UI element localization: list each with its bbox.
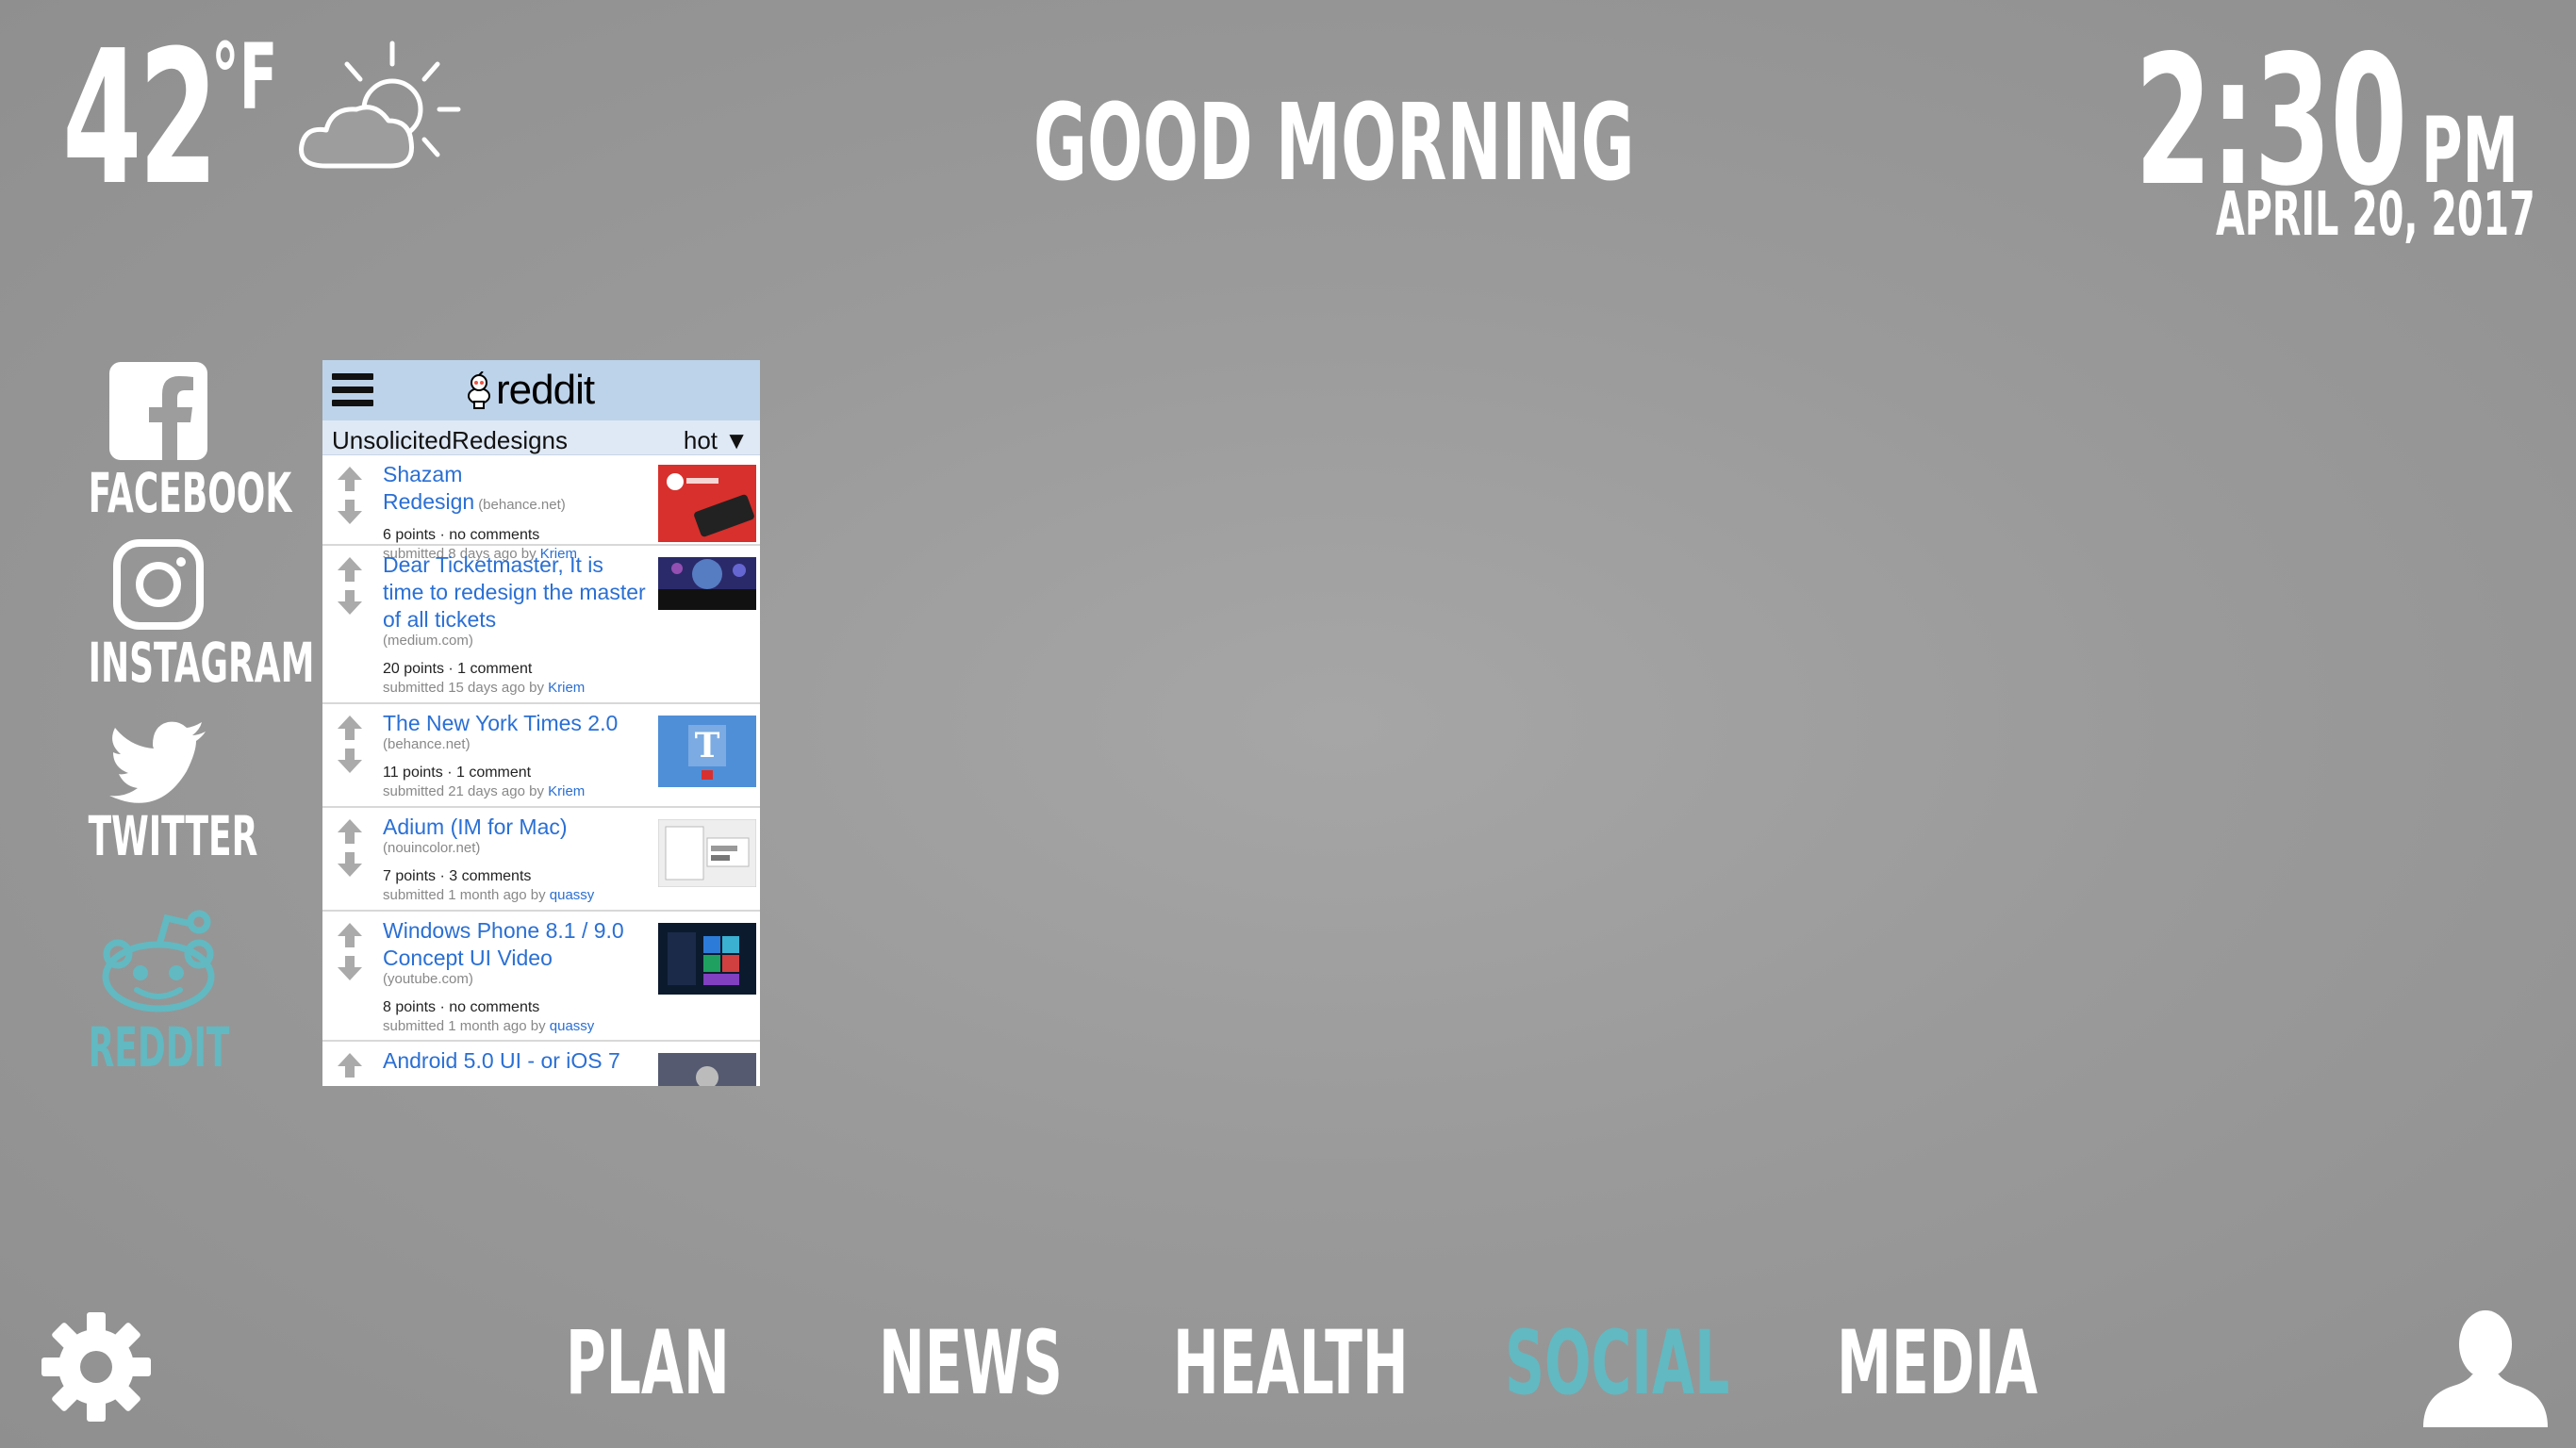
upvote-arrow-icon[interactable]	[336, 1051, 364, 1079]
vote-controls	[336, 1051, 364, 1084]
greeting-text: GOOD MORNING	[1033, 82, 1635, 205]
downvote-arrow-icon[interactable]	[336, 498, 364, 526]
upvote-arrow-icon[interactable]	[336, 714, 364, 742]
sort-value: hot	[683, 426, 718, 454]
upvote-arrow-icon[interactable]	[336, 817, 364, 846]
gear-icon[interactable]	[41, 1312, 151, 1422]
post-item[interactable]: Windows Phone 8.1 / 9.0 Concept UI Video…	[322, 912, 760, 1042]
svg-text:T: T	[695, 726, 720, 765]
post-thumbnail[interactable]	[658, 1053, 756, 1086]
vote-controls	[336, 555, 364, 621]
twitter-icon	[109, 721, 206, 803]
instagram-icon	[113, 539, 204, 630]
tab-social[interactable]: SOCIAL	[1505, 1320, 1729, 1408]
clock-date: APRIL 20, 2017	[2216, 180, 2535, 250]
partly-cloudy-icon	[299, 41, 461, 169]
downvote-arrow-icon[interactable]	[336, 850, 364, 879]
reddit-header: reddit	[322, 360, 760, 420]
post-title[interactable]: The New York Times 2.0	[383, 710, 649, 737]
reddit-icon	[102, 910, 215, 1012]
post-author[interactable]: Kriem	[548, 783, 585, 799]
sidebar-item-reddit[interactable]: REDDIT	[45, 909, 272, 1075]
sidebar-item-instagram[interactable]: INSTAGRAM	[45, 539, 315, 695]
downvote-arrow-icon[interactable]	[336, 588, 364, 617]
facebook-icon	[109, 362, 207, 460]
post-domain: (medium.com)	[383, 633, 473, 649]
reddit-logo: reddit	[466, 367, 595, 413]
post-item[interactable]: Dear Ticketmaster, It is time to redesig…	[322, 546, 760, 704]
sidebar-item-label: FACEBOOK	[88, 461, 292, 525]
upvote-arrow-icon[interactable]	[336, 465, 364, 493]
sidebar-item-label: REDDIT	[88, 1015, 230, 1079]
post-thumbnail[interactable]	[658, 819, 756, 887]
post-item[interactable]: Adium (IM for Mac) (nouincolor.net) 7 po…	[322, 808, 760, 912]
subreddit-bar: UnsolicitedRedesigns hot ▼	[322, 420, 760, 455]
vote-controls	[336, 921, 364, 987]
sidebar-item-twitter[interactable]: TWITTER	[45, 720, 272, 864]
post-title[interactable]: Windows Phone 8.1 / 9.0 Concept UI Video	[383, 917, 649, 972]
post-thumbnail[interactable]	[658, 557, 756, 610]
tab-plan[interactable]: PLAN	[566, 1320, 730, 1408]
caret-down-icon: ▼	[724, 426, 749, 454]
post-title[interactable]: Shazam Redesign	[383, 462, 474, 514]
upvote-arrow-icon[interactable]	[336, 921, 364, 949]
post-title[interactable]: Android 5.0 UI - or iOS 7	[383, 1047, 649, 1075]
sidebar-item-label: INSTAGRAM	[88, 631, 315, 695]
sort-dropdown[interactable]: hot ▼	[684, 426, 749, 455]
reddit-feed-panel[interactable]: reddit UnsolicitedRedesigns hot ▼ Shazam…	[322, 360, 760, 1086]
subreddit-name[interactable]: UnsolicitedRedesigns	[332, 426, 568, 455]
tab-health[interactable]: HEALTH	[1173, 1320, 1409, 1408]
post-thumbnail[interactable]	[658, 465, 756, 542]
downvote-arrow-icon[interactable]	[336, 954, 364, 982]
sidebar-item-label: TWITTER	[88, 804, 258, 868]
reddit-logo-text: reddit	[496, 367, 595, 413]
tab-news[interactable]: NEWS	[879, 1320, 1063, 1408]
post-author[interactable]: quassy	[550, 1018, 595, 1034]
vote-controls	[336, 465, 364, 531]
downvote-arrow-icon[interactable]	[336, 747, 364, 775]
post-author[interactable]: Kriem	[548, 680, 585, 696]
user-icon[interactable]	[2421, 1305, 2550, 1427]
post-thumbnail[interactable]	[658, 923, 756, 995]
upvote-arrow-icon[interactable]	[336, 555, 364, 584]
temperature-unit: °F	[211, 25, 278, 130]
post-thumbnail[interactable]: T	[658, 716, 756, 787]
post-title[interactable]: Dear Ticketmaster, It is time to redesig…	[383, 551, 649, 634]
vote-controls	[336, 817, 364, 883]
temperature-value: 42	[62, 11, 218, 226]
post-meta: 8 points · no comments	[383, 999, 540, 1015]
post-submitted: submitted 21 days ago by	[383, 783, 544, 799]
post-submitted: submitted 1 month ago by	[383, 887, 546, 903]
post-title[interactable]: Adium (IM for Mac)	[383, 814, 649, 841]
sidebar-item-facebook[interactable]: FACEBOOK	[45, 362, 292, 525]
temperature-display: 42 °F	[62, 26, 308, 211]
hamburger-menu-icon[interactable]	[332, 373, 373, 407]
post-meta: 20 points · 1 comment	[383, 661, 533, 677]
tab-media[interactable]: MEDIA	[1837, 1320, 2038, 1408]
reddit-alien-icon	[468, 371, 490, 409]
post-item[interactable]: Shazam Redesign (behance.net) 6 points · …	[322, 455, 760, 562]
post-domain: (behance.net)	[478, 497, 566, 513]
post-submitted: submitted 15 days ago by	[383, 680, 544, 696]
post-item[interactable]: Android 5.0 UI - or iOS 7	[322, 1042, 760, 1086]
post-item[interactable]: The New York Times 2.0 (behance.net) 11 …	[322, 704, 760, 808]
post-author[interactable]: quassy	[550, 887, 595, 903]
vote-controls	[336, 714, 364, 780]
post-submitted: submitted 1 month ago by	[383, 1018, 546, 1034]
